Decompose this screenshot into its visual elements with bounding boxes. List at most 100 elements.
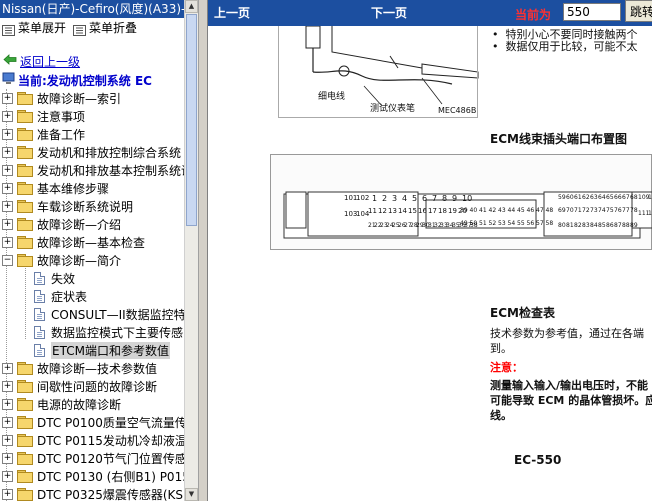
tree-child-item[interactable]: 失效 xyxy=(34,269,75,287)
connector-pin-label: 7 xyxy=(432,194,438,203)
tree-item[interactable]: + DTC P0100质量空气流量传 xyxy=(2,413,187,431)
expand-toggle-icon[interactable]: + xyxy=(2,92,13,104)
expand-toggle-icon[interactable]: + xyxy=(2,416,13,428)
expand-toggle-icon[interactable]: + xyxy=(2,434,13,446)
tree-item[interactable]: + DTC P0325爆震传感器(KS xyxy=(2,485,183,501)
connector-pin-label: 110 xyxy=(648,194,652,201)
tree-scrollbar[interactable]: ▲ ▼ xyxy=(184,0,198,501)
tree-item-label: 注意事项 xyxy=(37,109,86,124)
expand-toggle-icon[interactable]: + xyxy=(2,200,13,212)
connector-pin-label: 19 xyxy=(448,207,457,215)
scroll-down-button[interactable]: ▼ xyxy=(185,488,198,501)
tree-child-item[interactable]: CONSULT—II数据监控特 xyxy=(34,305,186,323)
tree-child-item[interactable]: ETCM端口和参考数值 xyxy=(34,341,170,359)
expand-toggle-icon[interactable]: + xyxy=(2,164,13,176)
connector-pin-label: 54 xyxy=(507,220,516,227)
next-page-link[interactable]: 下一页 xyxy=(371,4,407,21)
tree-item[interactable]: + 发动机和排放基本控制系统说 xyxy=(2,161,193,179)
connector-pin-label: 58 xyxy=(545,220,554,227)
tree-item[interactable]: + 间歇性问题的故障诊断 xyxy=(2,377,157,395)
folder-icon xyxy=(17,488,33,501)
connector-pin-label: 17 xyxy=(428,207,437,215)
tree-item[interactable]: + 电源的故障诊断 xyxy=(2,395,121,413)
connector-pin-label: 14 xyxy=(398,207,407,215)
expand-toggle-icon[interactable]: + xyxy=(2,110,13,122)
connector-pin-label: 8 xyxy=(442,194,448,203)
connector-pin-label: 43 xyxy=(498,207,506,214)
expand-toggle-icon[interactable]: + xyxy=(2,470,13,482)
connector-pin-label: 81 xyxy=(566,222,574,229)
tree-item[interactable]: + 基本维修步骤 xyxy=(2,179,109,197)
tree-item[interactable]: + 发动机和排放控制综合系统 xyxy=(2,143,181,161)
connector-pin-label: 73 xyxy=(590,207,598,214)
connector-pin-label: 12 xyxy=(378,207,387,215)
expand-toggle-icon[interactable]: + xyxy=(2,452,13,464)
connector-pin-label: 10 xyxy=(462,194,473,203)
expand-toggle-icon[interactable]: + xyxy=(2,380,13,392)
tree-item[interactable]: + DTC P0130 (右侧B1) P015 xyxy=(2,467,190,485)
document-icon xyxy=(34,307,45,321)
tree-item-label: 症状表 xyxy=(51,289,88,304)
folder-icon xyxy=(17,128,33,141)
connector-pin-label: 52 xyxy=(488,220,497,227)
tree-item[interactable]: + 故障诊断—索引 xyxy=(2,89,121,107)
expand-toggle-icon[interactable]: + xyxy=(2,146,13,158)
connector-pin-label: 61 xyxy=(574,194,582,201)
expand-toggle-icon[interactable]: + xyxy=(2,182,13,194)
connector-pin-label: 16 xyxy=(418,207,427,215)
figure-frame xyxy=(278,26,478,118)
back-link[interactable]: 返回上一级 xyxy=(3,54,80,69)
tree-item[interactable]: + 故障诊断—技术参数值 xyxy=(2,359,157,377)
connector-pin-label: 9 xyxy=(452,194,458,203)
connector-pin-label: 72 xyxy=(582,207,590,214)
folder-icon xyxy=(17,236,33,249)
tree-item[interactable]: + 故障诊断—基本检查 xyxy=(2,233,145,251)
menu-collapse-button[interactable]: 菜单折叠 xyxy=(73,19,137,37)
expand-toggle-icon[interactable]: + xyxy=(2,398,13,410)
connector-heading: ECM线束插头端口布置图 xyxy=(490,132,627,146)
connector-pin-label: 50 xyxy=(469,220,478,227)
tree-item[interactable]: + 车载诊断系统说明 xyxy=(2,197,133,215)
prev-page-link[interactable]: 上一页 xyxy=(214,4,250,21)
folder-icon xyxy=(17,416,33,429)
tree-item[interactable]: + DTC P0120节气门位置传感 xyxy=(2,449,187,467)
expand-toggle-icon[interactable]: + xyxy=(2,488,13,500)
expand-toggle-icon[interactable]: + xyxy=(2,236,13,248)
page-number-input[interactable] xyxy=(563,3,621,21)
connector-pin-label: 6 xyxy=(422,194,428,203)
scroll-up-button[interactable]: ▲ xyxy=(185,0,198,13)
connector-pin-label: 64 xyxy=(598,194,606,201)
tree-item[interactable]: + 准备工作 xyxy=(2,125,85,143)
jump-button[interactable]: 跳转 xyxy=(625,0,652,22)
expand-toggle-icon[interactable]: + xyxy=(2,128,13,140)
connector-pin-label: 88 xyxy=(622,222,630,229)
connector-pin-label: 40 xyxy=(469,207,478,214)
connector-pin-label: 55 xyxy=(517,220,525,227)
expand-toggle-icon[interactable]: + xyxy=(2,362,13,374)
folder-icon xyxy=(17,182,33,195)
tree-item-label: DTC P0325爆震传感器(KS xyxy=(37,487,184,501)
tree-item-label: 失效 xyxy=(51,271,76,286)
connector-pin-label: 13 xyxy=(388,207,397,215)
connector-pin-label: 69 xyxy=(558,207,566,214)
collapse-toggle-icon[interactable]: − xyxy=(2,254,13,266)
tree-child-item[interactable]: 数据监控模式下主要传感 xyxy=(34,323,183,341)
tree-item[interactable]: − 故障诊断—简介 xyxy=(2,251,121,269)
tree-child-item[interactable]: 症状表 xyxy=(34,287,87,305)
frame-divider[interactable] xyxy=(198,0,208,501)
expand-toggle-icon[interactable]: + xyxy=(2,218,13,230)
document-panel: 上一页 下一页 当前为 跳转 细电线 测试仪表笔 MEC486B • 特别小心不… xyxy=(208,0,652,501)
tree-item-label: ETCM端口和参考数值 xyxy=(51,341,170,359)
tree-item-label: DTC P0120节气门位置传感 xyxy=(37,451,187,466)
connector-pin-label: 44 xyxy=(507,207,516,214)
menu-row: 菜单展开 菜单折叠 xyxy=(0,19,184,37)
menu-expand-button[interactable]: 菜单展开 xyxy=(2,19,66,37)
connector-pin-label: 85 xyxy=(598,222,606,229)
connector-pin-label: 49 xyxy=(460,220,468,227)
tree-item[interactable]: + 注意事项 xyxy=(2,107,85,125)
document-page: 细电线 测试仪表笔 MEC486B • 特别小心不要同时接触两个 • 数据仅用于… xyxy=(208,26,652,501)
connector-pin-label: 5 xyxy=(412,194,418,203)
tree-item[interactable]: + DTC P0115发动机冷却液温 xyxy=(2,431,187,449)
tree-item[interactable]: + 故障诊断—介绍 xyxy=(2,215,121,233)
scroll-thumb[interactable] xyxy=(186,14,197,226)
